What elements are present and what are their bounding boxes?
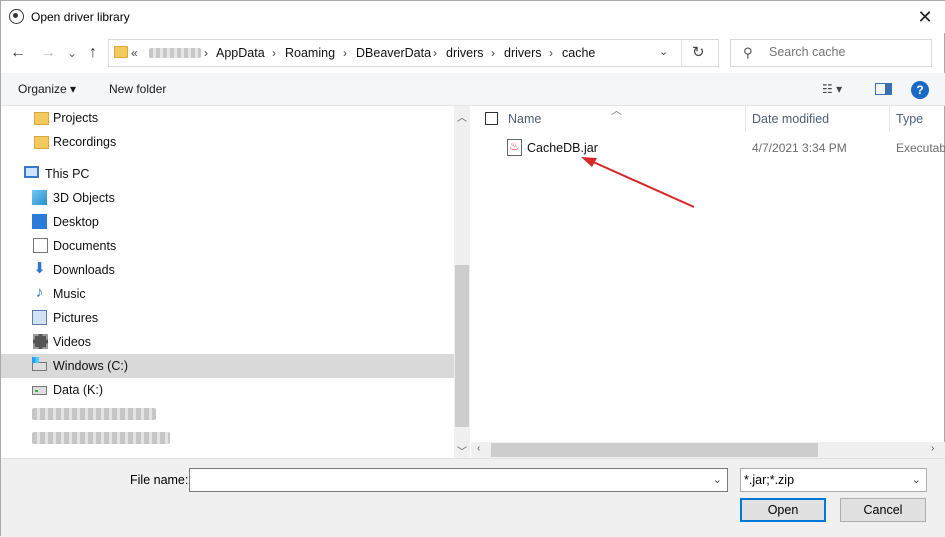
chevron-down-icon[interactable]: ⌄ bbox=[713, 473, 722, 486]
scroll-right-icon[interactable]: › bbox=[931, 443, 934, 454]
cancel-button[interactable]: Cancel bbox=[840, 498, 926, 522]
file-name-input[interactable]: ⌄ bbox=[189, 468, 728, 492]
file-list-horizontal-scrollbar[interactable]: ‹ › bbox=[471, 442, 945, 458]
annotation-arrow-head bbox=[581, 157, 597, 167]
file-type-filter-value: *.jar;*.zip bbox=[744, 473, 795, 487]
open-file-dialog: Open driver library ✕ ← → ⌄ ↑ « › AppDat… bbox=[0, 0, 945, 537]
file-name-label: File name: bbox=[130, 473, 189, 487]
chevron-down-icon[interactable]: ⌄ bbox=[912, 473, 921, 486]
scroll-left-icon[interactable]: ‹ bbox=[477, 443, 480, 454]
annotation-arrow-line bbox=[590, 160, 695, 208]
scrollbar-thumb[interactable] bbox=[491, 443, 818, 457]
file-type-filter[interactable]: *.jar;*.zip ⌄ bbox=[740, 468, 927, 492]
open-button[interactable]: Open bbox=[740, 498, 826, 522]
dialog-footer: File name: ⌄ *.jar;*.zip ⌄ Open Cancel bbox=[1, 458, 945, 537]
